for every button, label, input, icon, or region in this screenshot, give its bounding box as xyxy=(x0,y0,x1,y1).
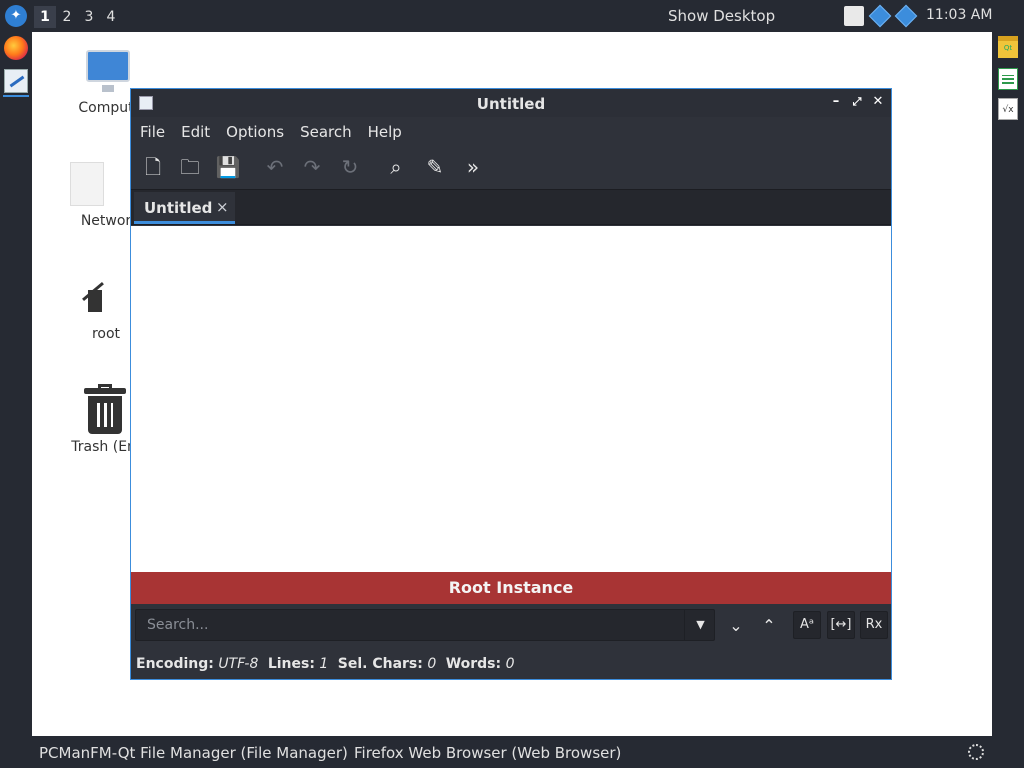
minimize-button[interactable]: – xyxy=(828,94,844,110)
firefox-icon[interactable] xyxy=(4,36,28,60)
title-bar[interactable]: Untitled – ⤢ ✕ xyxy=(131,89,891,117)
match-case-button[interactable]: Aᵃ xyxy=(793,611,821,639)
text-editor[interactable] xyxy=(131,226,891,572)
lines-value: 1 xyxy=(319,656,329,672)
right-dock: Qt √x xyxy=(992,32,1024,736)
sel-chars-value: 0 xyxy=(427,656,437,672)
home-folder-icon xyxy=(82,282,110,314)
tab-bar: Untitled × xyxy=(131,189,891,225)
clock[interactable]: 11:03 AM xyxy=(926,7,992,23)
search-input[interactable] xyxy=(136,610,681,640)
sel-chars-label: Sel. Chars: xyxy=(337,656,423,672)
show-desktop-button[interactable]: Show Desktop xyxy=(668,7,775,25)
find-next-button[interactable]: ⌄ xyxy=(724,614,748,638)
taskbar-item-firefox[interactable]: Firefox Web Browser (Web Browser) xyxy=(354,744,621,762)
undo-icon[interactable]: ↶ xyxy=(261,153,289,181)
find-icon[interactable]: ⌕ xyxy=(382,153,410,181)
menu-file[interactable]: File xyxy=(140,119,165,145)
whole-word-button[interactable]: [↔] xyxy=(827,611,855,639)
lines-label: Lines: xyxy=(267,656,315,672)
clipboard-icon[interactable] xyxy=(844,6,864,26)
toolbar: 🗋 🗀 💾 ↶ ↷ ↻ ⌕ ✎ » xyxy=(131,149,891,183)
lxqt-logo-icon[interactable]: ✦ xyxy=(5,5,27,27)
tab-close-icon[interactable]: × xyxy=(216,198,229,216)
encoding-label: Encoding: xyxy=(136,656,214,672)
bottom-panel: PCManFM-Qt File Manager (File Manager) F… xyxy=(0,736,1024,768)
menu-help[interactable]: Help xyxy=(368,119,402,145)
network-diamond-icon[interactable] xyxy=(868,4,892,28)
network-file-icon xyxy=(70,162,104,206)
workspace-4[interactable]: 4 xyxy=(100,6,122,28)
search-bar: ▼ ⌄ ⌃ Aᵃ [↔] Rx xyxy=(131,604,891,646)
tab-label: Untitled xyxy=(144,199,213,217)
open-folder-icon[interactable]: 🗀 xyxy=(176,153,204,181)
menu-search[interactable]: Search xyxy=(300,119,352,145)
new-document-icon[interactable]: 🗋 xyxy=(139,153,167,181)
math-formula-icon[interactable]: √x xyxy=(998,98,1018,120)
maximize-button[interactable]: ⤢ xyxy=(849,94,865,110)
spreadsheet-icon[interactable] xyxy=(998,68,1018,90)
window-title: Untitled xyxy=(476,95,546,113)
computer-icon xyxy=(86,50,130,92)
encoding-value: UTF-8 xyxy=(218,656,259,672)
find-previous-button[interactable]: ⌃ xyxy=(757,614,781,638)
close-button[interactable]: ✕ xyxy=(870,94,886,110)
featherpad-icon[interactable] xyxy=(4,69,28,93)
more-actions-icon[interactable]: » xyxy=(459,153,487,181)
search-history-dropdown[interactable]: ▼ xyxy=(684,610,716,640)
workspace-switcher: 1 2 3 4 xyxy=(34,6,122,28)
status-bar: Encoding: UTF-8 Lines: 1 Sel. Chars: 0 W… xyxy=(131,649,891,679)
system-tray xyxy=(844,4,918,28)
workspace-3[interactable]: 3 xyxy=(78,6,100,28)
words-value: 0 xyxy=(505,656,515,672)
words-label: Words: xyxy=(445,656,502,672)
trash-icon xyxy=(84,384,126,434)
menu-options[interactable]: Options xyxy=(226,119,284,145)
reload-icon[interactable]: ↻ xyxy=(336,153,364,181)
save-icon[interactable]: 💾 xyxy=(214,153,242,181)
tab-untitled[interactable]: Untitled × xyxy=(134,192,235,224)
settings-dots-icon[interactable] xyxy=(968,744,984,760)
regex-button[interactable]: Rx xyxy=(860,611,888,639)
featherpad-window: Untitled – ⤢ ✕ File Edit Options Search … xyxy=(130,88,892,680)
network-diamond-icon[interactable] xyxy=(894,4,918,28)
workspace-1[interactable]: 1 xyxy=(34,6,56,28)
menu-edit[interactable]: Edit xyxy=(181,119,210,145)
menu-bar: File Edit Options Search Help xyxy=(131,119,891,145)
clear-search-icon[interactable]: ✎ xyxy=(421,153,449,181)
left-dock xyxy=(0,32,32,736)
active-indicator xyxy=(3,95,29,97)
search-combo: ▼ xyxy=(135,609,715,641)
qt-designer-icon[interactable]: Qt xyxy=(998,36,1018,58)
redo-icon[interactable]: ↷ xyxy=(298,153,326,181)
top-panel: ✦ 1 2 3 4 Show Desktop 11:03 AM xyxy=(0,0,1024,32)
workspace-2[interactable]: 2 xyxy=(56,6,78,28)
taskbar-item-file-manager[interactable]: PCManFM-Qt File Manager (File Manager) xyxy=(39,744,348,762)
root-instance-banner: Root Instance xyxy=(131,572,891,604)
